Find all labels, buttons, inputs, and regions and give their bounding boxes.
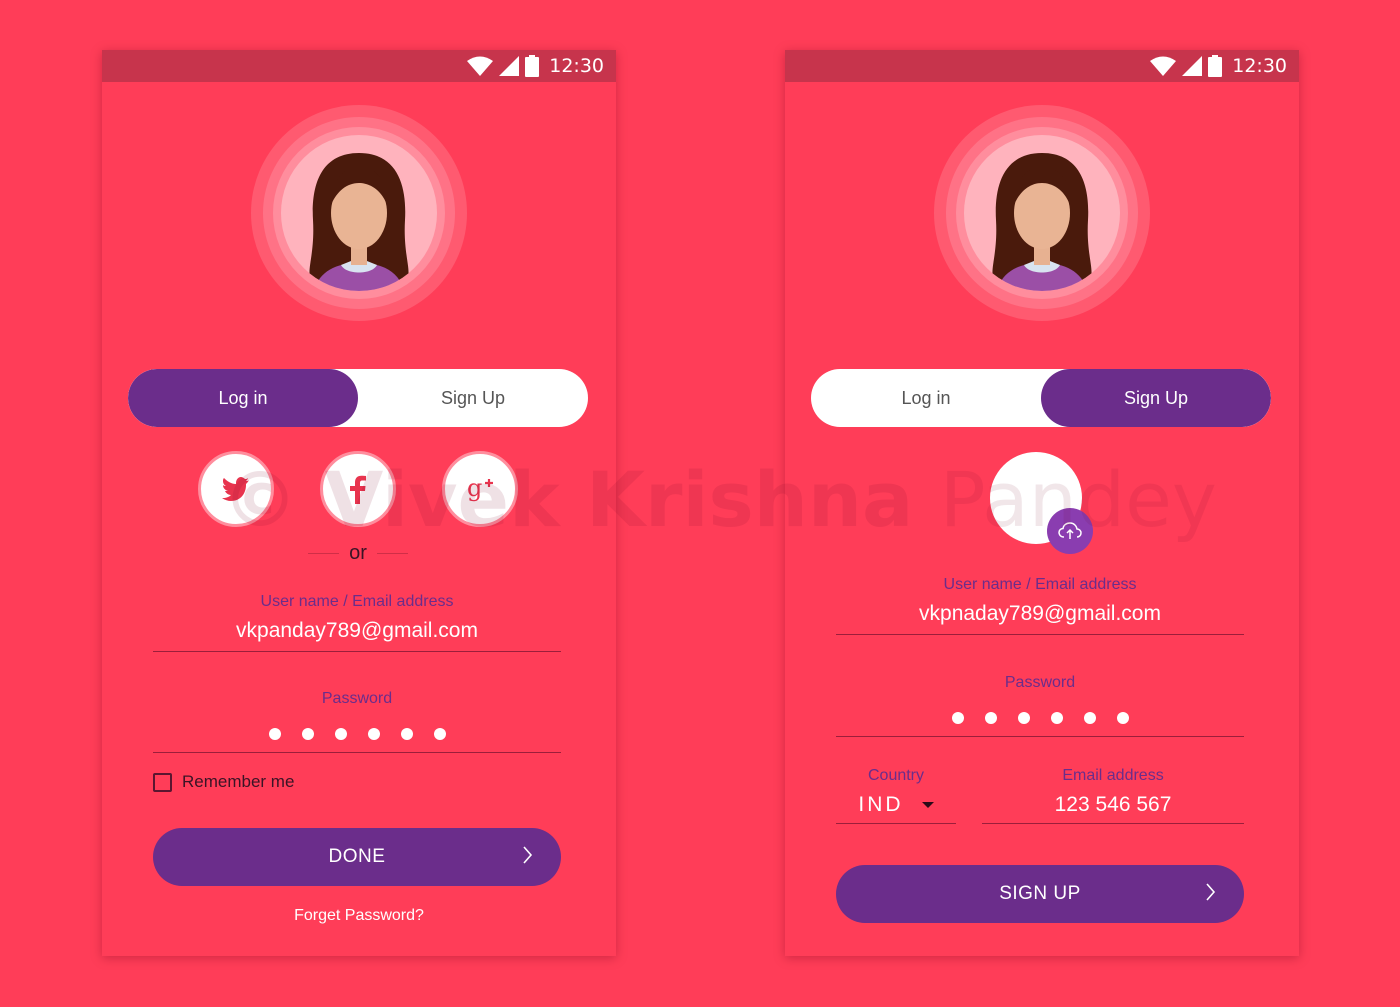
phone-label: Email address xyxy=(1062,767,1164,784)
username-field[interactable]: User name / Email address vkpnaday789@gm… xyxy=(836,576,1244,635)
tab-signup[interactable]: Sign Up xyxy=(358,369,588,427)
password-field[interactable]: Password xyxy=(836,674,1244,737)
password-label: Password xyxy=(1004,674,1076,691)
caret-down-icon xyxy=(921,802,934,809)
status-bar: 12:30 xyxy=(785,50,1299,82)
signal-icon xyxy=(499,56,520,76)
username-label: User name / Email address xyxy=(260,593,454,610)
signup-label: SIGN UP xyxy=(999,883,1081,904)
country-label: Country xyxy=(867,767,925,784)
done-label: DONE xyxy=(328,846,386,867)
svg-text:g: g xyxy=(467,474,482,502)
profile-avatar xyxy=(251,105,467,321)
username-input[interactable]: vkpanday789@gmail.com xyxy=(153,619,561,651)
login-screen: 12:30 Log in Sign Up g or User name / Em… xyxy=(102,50,616,956)
twitter-icon xyxy=(222,477,249,501)
remember-me[interactable]: Remember me xyxy=(153,772,294,792)
profile-avatar xyxy=(934,105,1150,321)
tab-login[interactable]: Log in xyxy=(128,369,358,427)
wifi-icon xyxy=(1150,56,1177,76)
password-label: Password xyxy=(321,690,393,707)
country-select[interactable]: IND xyxy=(836,793,956,823)
signup-screen: 12:30 Log in Sign Up User name / Email a… xyxy=(785,50,1299,956)
wifi-icon xyxy=(467,56,494,76)
country-value: IND xyxy=(858,793,904,816)
tab-login[interactable]: Log in xyxy=(811,369,1041,427)
password-field[interactable]: Password xyxy=(153,690,561,753)
battery-icon xyxy=(1208,55,1223,77)
remember-checkbox[interactable] xyxy=(153,772,172,792)
twitter-button[interactable] xyxy=(198,451,274,527)
chevron-right-icon xyxy=(1206,883,1216,901)
google-plus-button[interactable]: g xyxy=(442,451,518,527)
auth-toggle: Log in Sign Up xyxy=(811,369,1271,427)
phone-field[interactable]: Email address 123 546 567 xyxy=(982,767,1244,824)
status-time: 12:30 xyxy=(1232,55,1287,77)
google-plus-icon: g xyxy=(467,474,493,502)
phone-input[interactable]: 123 546 567 xyxy=(982,793,1244,823)
done-button[interactable]: DONE xyxy=(153,828,561,886)
username-label: User name / Email address xyxy=(943,576,1137,593)
tab-signup[interactable]: Sign Up xyxy=(1041,369,1271,427)
password-input[interactable] xyxy=(836,712,1244,736)
status-time: 12:30 xyxy=(549,55,604,77)
username-field[interactable]: User name / Email address vkpanday789@gm… xyxy=(153,593,561,652)
signup-button[interactable]: SIGN UP xyxy=(836,865,1244,923)
social-login-row: g xyxy=(198,451,518,527)
cloud-upload-icon xyxy=(1058,522,1082,539)
remember-label: Remember me xyxy=(182,772,295,791)
status-bar: 12:30 xyxy=(102,50,616,82)
chevron-right-icon xyxy=(523,846,533,864)
or-divider: or xyxy=(308,542,409,565)
password-input[interactable] xyxy=(153,728,561,752)
country-field[interactable]: Country IND xyxy=(836,767,956,824)
upload-photo-button[interactable] xyxy=(1047,508,1093,554)
facebook-button[interactable] xyxy=(320,451,396,527)
battery-icon xyxy=(525,55,540,77)
auth-toggle: Log in Sign Up xyxy=(128,369,588,427)
forgot-password-link[interactable]: Forget Password? xyxy=(102,907,616,925)
signal-icon xyxy=(1182,56,1203,76)
or-label: or xyxy=(349,542,367,564)
facebook-icon xyxy=(350,475,366,504)
username-input[interactable]: vkpnaday789@gmail.com xyxy=(836,602,1244,634)
